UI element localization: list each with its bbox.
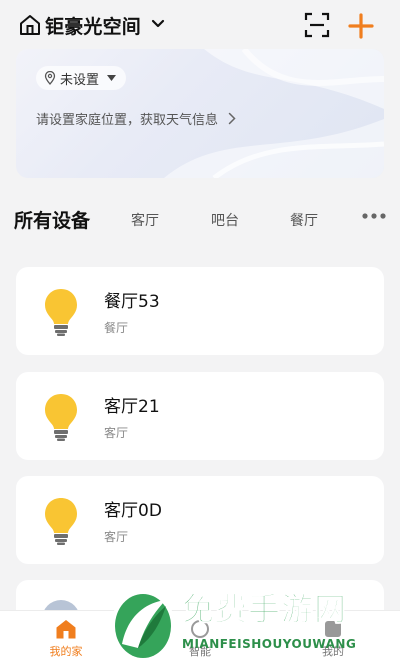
tab-all-devices[interactable]: 所有设备: [14, 206, 90, 233]
device-name: 客厅0D: [104, 501, 162, 521]
home-icon: [20, 15, 40, 35]
header: 钜豪光空间: [0, 0, 400, 48]
location-label: 未设置: [60, 72, 100, 88]
device-room: 餐厅: [104, 321, 129, 335]
weather-hint-link[interactable]: 请设置家庭位置，获取天气信息: [36, 109, 236, 128]
tab-dining-room[interactable]: 餐厅: [290, 210, 318, 230]
device-name: 客厅21: [104, 397, 160, 417]
bulb-icon: [45, 289, 77, 336]
location-pin-icon: [44, 71, 56, 85]
weather-hint-text: 请设置家庭位置，获取天气信息: [36, 113, 219, 128]
caret-down-icon: [107, 75, 117, 81]
chevron-right-icon: [228, 112, 236, 125]
device-room: 客厅: [104, 530, 129, 544]
watermark-subtitle: MIANFEISHOUYOUWANG: [182, 637, 357, 651]
tab-my-home[interactable]: 我的家: [36, 617, 96, 659]
scan-icon[interactable]: [304, 12, 330, 38]
watermark: 免费手游网 MIANFEISHOUYOUWANG: [108, 582, 398, 666]
add-icon[interactable]: [347, 12, 375, 40]
home-switcher-title[interactable]: 钜豪光空间: [45, 12, 141, 39]
bulb-icon: [45, 498, 77, 545]
device-room: 客厅: [104, 426, 129, 440]
tab-bar-counter[interactable]: 吧台: [211, 210, 239, 230]
room-tabs: 所有设备 客厅 吧台 餐厅: [0, 196, 400, 242]
home-filled-icon: [56, 620, 76, 639]
bulb-icon: [45, 394, 77, 441]
watermark-logo-icon: [111, 590, 175, 662]
weather-card[interactable]: 未设置 请设置家庭位置，获取天气信息: [16, 49, 384, 178]
tab-living-room[interactable]: 客厅: [131, 210, 159, 230]
device-card[interactable]: 客厅21 客厅: [16, 372, 384, 460]
tab-label: 我的家: [49, 645, 83, 658]
chevron-down-icon[interactable]: [150, 18, 166, 30]
device-card[interactable]: 餐厅53 餐厅: [16, 267, 384, 355]
device-name: 餐厅53: [104, 292, 160, 312]
more-icon[interactable]: [361, 212, 387, 220]
watermark-title: 免费手游网: [181, 590, 348, 629]
location-selector[interactable]: 未设置: [36, 66, 127, 90]
device-card[interactable]: 客厅0D 客厅: [16, 476, 384, 564]
